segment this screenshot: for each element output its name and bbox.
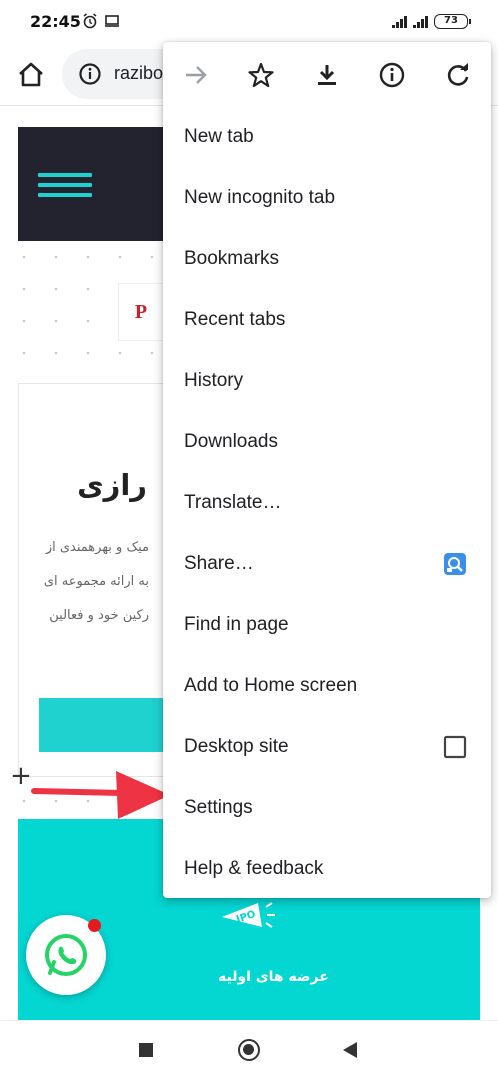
menu-item-label: Settings <box>184 797 253 818</box>
menu-item-label: Help & feedback <box>184 858 324 879</box>
forward-icon[interactable] <box>181 60 211 90</box>
card-title: رازی <box>77 468 147 502</box>
menu-item-downloads[interactable]: Downloads <box>163 411 491 472</box>
menu-item-label: Downloads <box>184 431 278 452</box>
svg-text:P: P <box>135 301 147 323</box>
menu-item-label: New tab <box>184 126 254 147</box>
alarm-icon <box>83 13 97 29</box>
card-text-line: به ارائه مجموعه ای <box>43 574 149 589</box>
menu-item-label: History <box>184 370 244 391</box>
back-icon[interactable] <box>343 1042 357 1058</box>
share-app-icon[interactable] <box>443 552 467 576</box>
card-button[interactable] <box>39 698 169 752</box>
menu-item-new-incognito-tab[interactable]: New incognito tab <box>163 167 491 228</box>
menu-action-bar <box>163 42 491 106</box>
menu-item-help-feedback[interactable]: Help & feedback <box>163 838 491 899</box>
menu-item-settings[interactable]: Settings <box>163 777 491 838</box>
browser-overflow-menu: New tab New incognito tab Bookmarks Rece… <box>163 42 491 898</box>
menu-item-label: Add to Home screen <box>184 675 358 696</box>
notification-dot <box>88 919 101 932</box>
home-icon[interactable] <box>238 1039 260 1061</box>
site-header <box>18 127 168 241</box>
refresh-icon[interactable] <box>443 60 473 90</box>
megaphone-ipo-icon: IPO <box>222 902 275 928</box>
signal-icon <box>413 15 428 28</box>
menu-item-desktop-site[interactable]: Desktop site <box>163 716 491 777</box>
menu-item-label: Share… <box>184 553 254 574</box>
status-time: 22:45 <box>30 12 81 31</box>
pinterest-share-button[interactable]: P <box>118 283 168 341</box>
menu-item-label: New incognito tab <box>184 187 336 208</box>
menu-item-history[interactable]: History <box>163 350 491 411</box>
battery-indicator: 73 <box>434 14 471 29</box>
menu-item-translate[interactable]: Translate… <box>163 472 491 533</box>
menu-item-share[interactable]: Share… <box>163 533 491 594</box>
status-bar: 22:45 73 <box>0 0 498 44</box>
ipo-label: عرضه های اولیه <box>218 969 329 985</box>
menu-item-label: Translate… <box>184 492 282 513</box>
whatsapp-button[interactable] <box>26 915 106 995</box>
info-icon[interactable] <box>78 62 102 86</box>
menu-item-label: Bookmarks <box>184 248 280 269</box>
screen-cast-icon <box>105 15 119 27</box>
home-icon[interactable] <box>16 60 46 90</box>
content-card: رازی میک و بهرهمندی از به ارائه مجموعه ا… <box>18 383 169 777</box>
recents-icon[interactable] <box>139 1043 153 1057</box>
menu-item-new-tab[interactable]: New tab <box>163 106 491 167</box>
card-text-line: میک و بهرهمندی از <box>45 540 149 555</box>
star-icon[interactable] <box>246 60 276 90</box>
download-icon[interactable] <box>312 60 342 90</box>
plus-icon: + <box>10 761 32 791</box>
menu-item-bookmarks[interactable]: Bookmarks <box>163 228 491 289</box>
red-arrow-annotation <box>31 771 170 819</box>
menu-item-label: Desktop site <box>184 736 289 757</box>
menu-item-find-in-page[interactable]: Find in page <box>163 594 491 655</box>
card-text-line: رکین خود و فعالین <box>49 608 149 623</box>
menu-item-label: Find in page <box>184 614 289 635</box>
hamburger-menu-icon[interactable] <box>38 173 92 203</box>
menu-item-recent-tabs[interactable]: Recent tabs <box>163 289 491 350</box>
hd-signal-icon <box>392 15 407 28</box>
menu-list: New tab New incognito tab Bookmarks Rece… <box>163 106 491 899</box>
pinterest-icon: P <box>135 301 147 323</box>
info-icon[interactable] <box>377 60 407 90</box>
menu-item-add-to-home-screen[interactable]: Add to Home screen <box>163 655 491 716</box>
menu-item-label: Recent tabs <box>184 309 286 330</box>
desktop-site-checkbox[interactable] <box>443 735 467 759</box>
url-text: razibo <box>114 63 164 83</box>
system-nav-bar <box>0 1020 498 1080</box>
